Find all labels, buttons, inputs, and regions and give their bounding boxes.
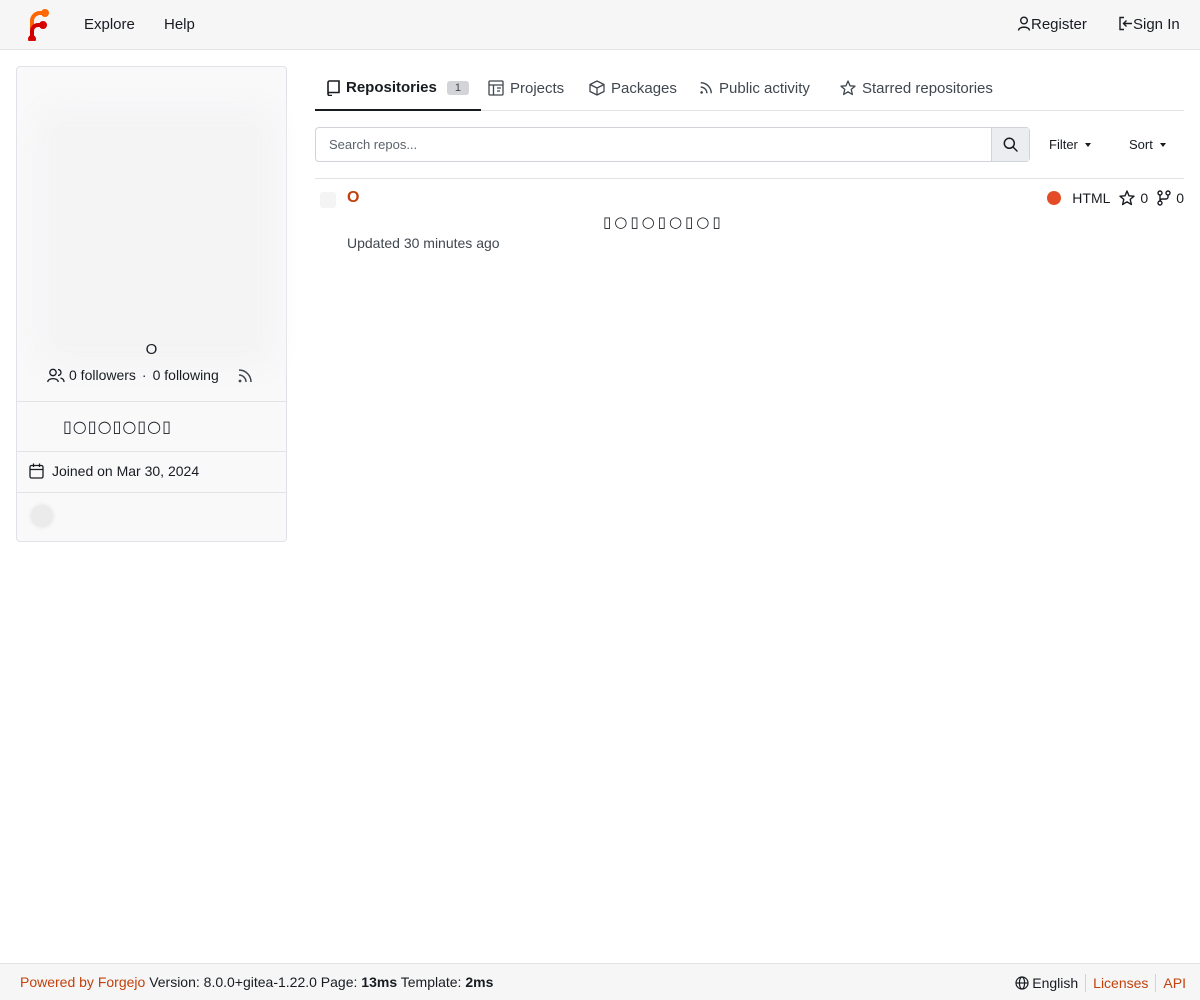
- star-icon[interactable]: [1119, 190, 1136, 206]
- sidebar-divider: [17, 492, 286, 493]
- follow-stats: 0 followers · 0 following: [47, 367, 219, 383]
- footer-separator: [1085, 974, 1087, 992]
- profile-avatar: [57, 127, 257, 347]
- package-icon: [589, 80, 605, 96]
- tab-packages[interactable]: Packages: [589, 66, 677, 110]
- person-icon: [1017, 16, 1031, 31]
- globe-icon: [1015, 976, 1029, 990]
- language-color-dot: [1047, 191, 1062, 205]
- nav-help[interactable]: Help: [164, 0, 195, 50]
- repo-icon: [327, 79, 340, 96]
- filter-dropdown[interactable]: Filter: [1049, 127, 1091, 162]
- profile-tabs: Repositories 1 Projects Packages Public …: [315, 66, 1184, 111]
- tab-starred-repositories[interactable]: Starred repositories: [840, 66, 993, 110]
- repo-updated-time: Updated 30 minutes ago: [347, 235, 500, 251]
- repo-avatar: [320, 192, 336, 208]
- search-icon: [1003, 137, 1018, 152]
- rss-feed-icon[interactable]: [237, 368, 253, 384]
- profile-sidebar: O 0 followers · 0 following ▯○▯○▯○▯○▯ Jo…: [16, 66, 287, 542]
- chevron-down-icon: [1084, 143, 1091, 147]
- following-link[interactable]: 0 following: [153, 367, 219, 383]
- language-label: English: [1032, 975, 1079, 991]
- forgejo-logo[interactable]: [26, 9, 50, 41]
- page-time: 13ms: [361, 974, 398, 990]
- licenses-link[interactable]: Licenses: [1093, 975, 1148, 991]
- tab-public-activity-label: Public activity: [719, 79, 810, 97]
- footer-links: English Licenses API: [1015, 974, 1186, 992]
- calendar-icon: [29, 463, 44, 479]
- repo-count-badge: 1: [446, 80, 469, 95]
- signin-link[interactable]: Sign In: [1118, 0, 1180, 50]
- tab-repositories[interactable]: Repositories 1: [315, 66, 481, 111]
- footer-info: Powered by Forgejo Version: 8.0.0+gitea-…: [20, 974, 493, 990]
- joined-date: Joined on Mar 30, 2024: [29, 463, 199, 479]
- signin-label: Sign In: [1133, 16, 1180, 33]
- version-text: Version: 8.0.0+gitea-1.22.0 Page:: [149, 974, 358, 990]
- repo-name-link[interactable]: O: [347, 189, 359, 207]
- profile-bio: ▯○▯○▯○▯○▯: [63, 417, 172, 436]
- tab-starred-label: Starred repositories: [862, 79, 993, 97]
- organization-avatar[interactable]: [31, 505, 53, 527]
- tab-projects[interactable]: Projects: [488, 66, 564, 110]
- repo-stars-count[interactable]: 0: [1140, 190, 1148, 206]
- people-icon: [47, 368, 65, 382]
- repo-search-input[interactable]: [316, 128, 992, 161]
- language-selector[interactable]: English: [1015, 975, 1078, 991]
- repo-language: HTML: [1072, 190, 1111, 206]
- api-link[interactable]: API: [1163, 975, 1186, 991]
- sign-in-icon: [1119, 16, 1132, 31]
- repo-search-box: [315, 127, 1030, 162]
- template-label: Template:: [400, 974, 462, 990]
- powered-by-link[interactable]: Powered by Forgejo: [20, 974, 145, 990]
- follow-separator: ·: [141, 367, 147, 383]
- sidebar-divider: [17, 451, 286, 452]
- project-icon: [488, 80, 504, 96]
- template-time: 2ms: [465, 974, 494, 990]
- repo-forks-count[interactable]: 0: [1176, 190, 1184, 206]
- nav-explore[interactable]: Explore: [84, 0, 135, 50]
- sort-label: Sort: [1129, 137, 1153, 152]
- repo-meta: HTML 0 0: [1047, 190, 1184, 206]
- fork-icon[interactable]: [1157, 190, 1171, 206]
- tab-packages-label: Packages: [611, 79, 677, 97]
- register-label: Register: [1031, 16, 1087, 33]
- register-link[interactable]: Register: [1017, 0, 1087, 50]
- profile-name: O: [145, 341, 158, 358]
- footer-separator: [1155, 974, 1157, 992]
- tab-projects-label: Projects: [510, 79, 565, 97]
- search-button[interactable]: [991, 128, 1029, 161]
- joined-text: Joined on Mar 30, 2024: [52, 463, 200, 479]
- repo-list-divider: [315, 178, 1184, 179]
- rss-icon: [700, 82, 712, 94]
- repo-description: ▯○▯○▯○▯○▯: [603, 213, 724, 231]
- tab-public-activity[interactable]: Public activity: [699, 66, 810, 110]
- filter-label: Filter: [1049, 137, 1078, 152]
- star-icon: [840, 80, 856, 96]
- tab-repositories-label: Repositories: [346, 79, 437, 96]
- followers-link[interactable]: 0 followers: [69, 367, 136, 383]
- sort-dropdown[interactable]: Sort: [1129, 127, 1166, 162]
- chevron-down-icon: [1159, 143, 1166, 147]
- page-footer: Powered by Forgejo Version: 8.0.0+gitea-…: [0, 963, 1200, 1000]
- sidebar-divider: [17, 401, 286, 402]
- top-navbar: Explore Help Register Sign In: [0, 0, 1200, 50]
